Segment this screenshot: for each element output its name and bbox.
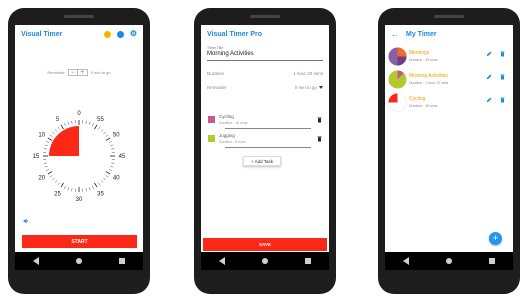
app-title: Visual Timer xyxy=(21,30,63,38)
app-title: Visual Timer Pro xyxy=(207,30,262,38)
trash-icon[interactable] xyxy=(500,74,505,80)
back-icon[interactable] xyxy=(33,257,40,265)
activity-color-swatch xyxy=(208,116,215,123)
activity-name: Cycling xyxy=(219,114,234,119)
add-task-button[interactable]: + Add Task xyxy=(243,156,281,166)
phone-visual-timer-pro: Visual Timer Pro Timer Title Morning Act… xyxy=(194,8,336,294)
system-nav-bar xyxy=(201,252,329,270)
timer-list-item[interactable]: Cycling Duration : 15 mins xyxy=(387,93,511,113)
timer-pie-icon xyxy=(388,93,407,112)
timer-list-item[interactable]: Meetings Duration : 45 mins xyxy=(387,47,511,67)
timer-pie-icon xyxy=(388,70,407,89)
duration-label: Duration xyxy=(207,71,225,76)
trash-icon[interactable] xyxy=(500,97,505,103)
save-button[interactable]: SAVE xyxy=(203,238,327,251)
dial-label: 40 xyxy=(113,176,120,182)
activity-divider xyxy=(225,147,311,148)
dial-label: 10 xyxy=(38,133,45,139)
activity-duration: Duration : 5 mins xyxy=(219,140,246,144)
reminder-select[interactable]: 0 min to go xyxy=(295,85,323,90)
recents-icon[interactable] xyxy=(304,258,311,264)
recents-icon[interactable] xyxy=(118,258,125,264)
trash-icon[interactable] xyxy=(317,136,322,142)
app-bar: Visual Timer ⚙ xyxy=(15,25,143,43)
dial-label: 30 xyxy=(76,197,83,203)
screen-my-timer: ← My Timer Meetings Duration : 45 mins M… xyxy=(385,25,513,252)
emoji-icon[interactable] xyxy=(103,30,111,38)
dial-label: 35 xyxy=(97,191,104,197)
screen-visual-timer: Visual Timer ⚙ Reminder − + 0 min to go … xyxy=(15,25,143,252)
reminder-label: Reminder xyxy=(207,85,227,90)
back-icon[interactable] xyxy=(219,257,226,265)
dial-label: 45 xyxy=(119,154,126,160)
app-title: My Timer xyxy=(406,30,437,38)
activity-color-swatch xyxy=(208,135,215,142)
start-button[interactable]: START xyxy=(22,235,137,248)
trash-icon[interactable] xyxy=(500,51,505,57)
chevron-down-icon xyxy=(319,86,323,90)
back-icon[interactable] xyxy=(403,257,410,265)
activity-divider xyxy=(225,128,311,129)
screen-timer-editor: Visual Timer Pro Timer Title Morning Act… xyxy=(201,25,329,252)
app-bar: ← My Timer xyxy=(385,25,513,43)
activity-name: Jogging xyxy=(219,133,235,138)
speaker-icon[interactable] xyxy=(23,218,29,224)
gear-icon[interactable]: ⚙ xyxy=(130,30,137,38)
home-icon[interactable] xyxy=(261,258,268,264)
timer-name: Meetings xyxy=(409,50,430,56)
edit-icon[interactable] xyxy=(486,97,492,103)
timer-duration: Duration : 1 hour 20 mins xyxy=(409,81,449,85)
phone-speaker xyxy=(434,15,464,18)
phone-speaker xyxy=(250,15,280,18)
dial-label: 55 xyxy=(97,117,104,123)
edit-icon[interactable] xyxy=(486,51,492,57)
phone-speaker xyxy=(64,15,94,18)
dial-label: 50 xyxy=(113,133,120,139)
timer-duration: Duration : 15 mins xyxy=(409,104,438,108)
timer-title-label: Timer Title xyxy=(207,46,224,50)
phone-visual-timer: Visual Timer ⚙ Reminder − + 0 min to go … xyxy=(8,8,150,294)
activity-duration: Duration : 15 mins xyxy=(219,121,248,125)
edit-icon[interactable] xyxy=(486,74,492,80)
trash-icon[interactable] xyxy=(317,117,322,123)
reminder-stepper: − + xyxy=(67,69,88,76)
app-bar: Visual Timer Pro xyxy=(201,25,329,43)
dial-label: 20 xyxy=(38,176,45,182)
reminder-plus-button[interactable]: + xyxy=(78,70,87,76)
activity-item[interactable]: Cycling Duration : 15 mins xyxy=(207,113,324,129)
duration-value: 1 hour 20 mins xyxy=(293,71,323,76)
timer-dial[interactable]: 0510152025303540455055 xyxy=(29,106,129,206)
phone-my-timer: ← My Timer Meetings Duration : 45 mins M… xyxy=(378,8,520,294)
reminder-value: 0 min to go xyxy=(90,70,111,75)
back-arrow-icon[interactable]: ← xyxy=(391,30,399,39)
timer-title-underline xyxy=(207,60,323,61)
timer-duration: Duration : 45 mins xyxy=(409,58,438,62)
dial-label: 25 xyxy=(54,191,61,197)
info-icon[interactable] xyxy=(116,30,124,38)
reminder-label: Reminder xyxy=(47,70,65,75)
home-icon[interactable] xyxy=(75,258,82,264)
timer-title-input[interactable]: Morning Activities xyxy=(207,51,254,57)
timer-list-item[interactable]: Morning Activities Duration : 1 hour 20 … xyxy=(387,70,511,90)
reminder-select-value: 0 min to go xyxy=(294,85,317,90)
recents-icon[interactable] xyxy=(488,258,495,264)
home-icon[interactable] xyxy=(445,258,452,264)
timer-pie-icon xyxy=(388,47,407,66)
activity-item[interactable]: Jogging Duration : 5 mins xyxy=(207,132,324,148)
dial-label: 15 xyxy=(33,154,40,160)
reminder-row: Reminder − + 0 min to go xyxy=(15,69,143,76)
timer-name: Cycling xyxy=(409,96,426,102)
add-timer-fab[interactable]: + xyxy=(489,232,502,245)
system-nav-bar xyxy=(385,252,513,270)
reminder-minus-button[interactable]: − xyxy=(69,70,78,76)
timer-name: Morning Activities xyxy=(409,73,448,79)
app-bar-actions: ⚙ xyxy=(103,30,137,38)
system-nav-bar xyxy=(15,252,143,270)
